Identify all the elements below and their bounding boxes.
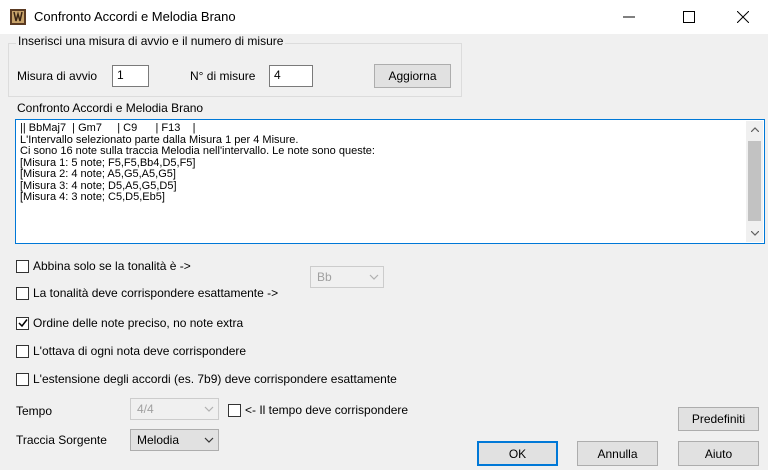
key-exact-option[interactable]: La tonalità deve corrispondere esattamen… <box>16 286 278 300</box>
vertical-scrollbar[interactable] <box>746 121 763 242</box>
octave-label: L'ottava di ogni nota deve corrispondere <box>33 344 247 358</box>
source-track-value: Melodia <box>137 433 180 447</box>
close-button[interactable] <box>720 0 766 34</box>
key-exact-checkbox[interactable] <box>16 286 29 300</box>
source-track-select[interactable]: Melodia <box>130 429 219 451</box>
extension-checkbox[interactable] <box>16 372 29 386</box>
key-exact-label: La tonalità deve corrispondere esattamen… <box>33 286 279 300</box>
ok-button[interactable]: OK <box>477 441 558 466</box>
result-lines: || BbMaj7 | Gm7 | C9 | F13 | L'Intervall… <box>20 122 740 204</box>
tempo-select-value: 4/4 <box>137 402 154 416</box>
match-key-label: Abbina solo se la tonalità è -> <box>33 259 191 273</box>
chevron-down-icon <box>204 437 214 443</box>
extension-label: L'estensione degli accordi (es. 7b9) dev… <box>33 372 397 386</box>
octave-checkbox[interactable] <box>16 344 29 358</box>
scroll-up-button[interactable] <box>746 121 763 138</box>
tempo-match-option[interactable]: <- Il tempo deve corrispondere <box>228 403 408 417</box>
start-measure-input[interactable]: 1 <box>112 65 149 87</box>
tempo-match-label: <- Il tempo deve corrispondere <box>245 403 409 417</box>
tempo-label: Tempo <box>16 404 53 418</box>
key-select-value: Bb <box>317 270 332 284</box>
maximize-button[interactable] <box>666 0 712 34</box>
checkmark-icon <box>17 319 28 328</box>
result-line: Ci sono 16 note sulla traccia Melodia ne… <box>20 145 375 157</box>
measure-count-input[interactable]: 4 <box>269 65 313 87</box>
source-track-label: Traccia Sorgente <box>16 433 107 447</box>
match-key-option[interactable]: Abbina solo se la tonalità è -> <box>16 259 191 273</box>
chevron-down-icon <box>369 274 379 280</box>
note-order-checkbox[interactable] <box>16 316 29 330</box>
scroll-down-button[interactable] <box>746 225 763 242</box>
tempo-match-checkbox[interactable] <box>228 403 241 417</box>
start-measure-label: Misura di avvio <box>17 69 98 83</box>
measure-count-label: N° di misure <box>190 69 256 83</box>
minimize-icon <box>623 16 635 18</box>
result-line: || BbMaj7 | Gm7 | C9 | F13 | <box>20 122 196 134</box>
minimize-button[interactable] <box>606 0 652 34</box>
octave-option[interactable]: L'ottava di ogni nota deve corrispondere <box>16 344 246 358</box>
match-key-checkbox[interactable] <box>16 259 29 273</box>
title-bar: Confronto Accordi e Melodia Brano <box>0 0 768 34</box>
scroll-thumb[interactable] <box>748 141 761 221</box>
range-group-legend: Inserisci una misura di avvio e il numer… <box>16 34 286 48</box>
window-title: Confronto Accordi e Melodia Brano <box>34 9 236 24</box>
result-line: [Misura 4: 3 note; C5,D5,Eb5] <box>20 191 165 203</box>
note-order-option[interactable]: Ordine delle note preciso, no note extra <box>16 316 243 330</box>
help-button[interactable]: Aiuto <box>678 441 759 466</box>
maximize-icon <box>683 11 695 23</box>
result-label: Confronto Accordi e Melodia Brano <box>17 101 204 115</box>
defaults-button[interactable]: Predefiniti <box>678 407 759 431</box>
result-textarea[interactable]: || BbMaj7 | Gm7 | C9 | F13 | L'Intervall… <box>15 119 765 244</box>
close-icon <box>737 11 749 23</box>
app-icon <box>10 9 26 25</box>
extension-option[interactable]: L'estensione degli accordi (es. 7b9) dev… <box>16 372 397 386</box>
cancel-button[interactable]: Annulla <box>577 441 658 466</box>
tempo-select[interactable]: 4/4 <box>130 398 219 420</box>
result-line: [Misura 2: 4 note; A5,G5,A5,G5] <box>20 168 176 180</box>
update-button[interactable]: Aggiorna <box>374 64 451 88</box>
chevron-down-icon <box>204 406 214 412</box>
chevron-up-icon <box>750 127 759 132</box>
note-order-label: Ordine delle note preciso, no note extra <box>33 316 244 330</box>
chevron-down-icon <box>750 231 759 236</box>
key-select[interactable]: Bb <box>310 266 384 288</box>
